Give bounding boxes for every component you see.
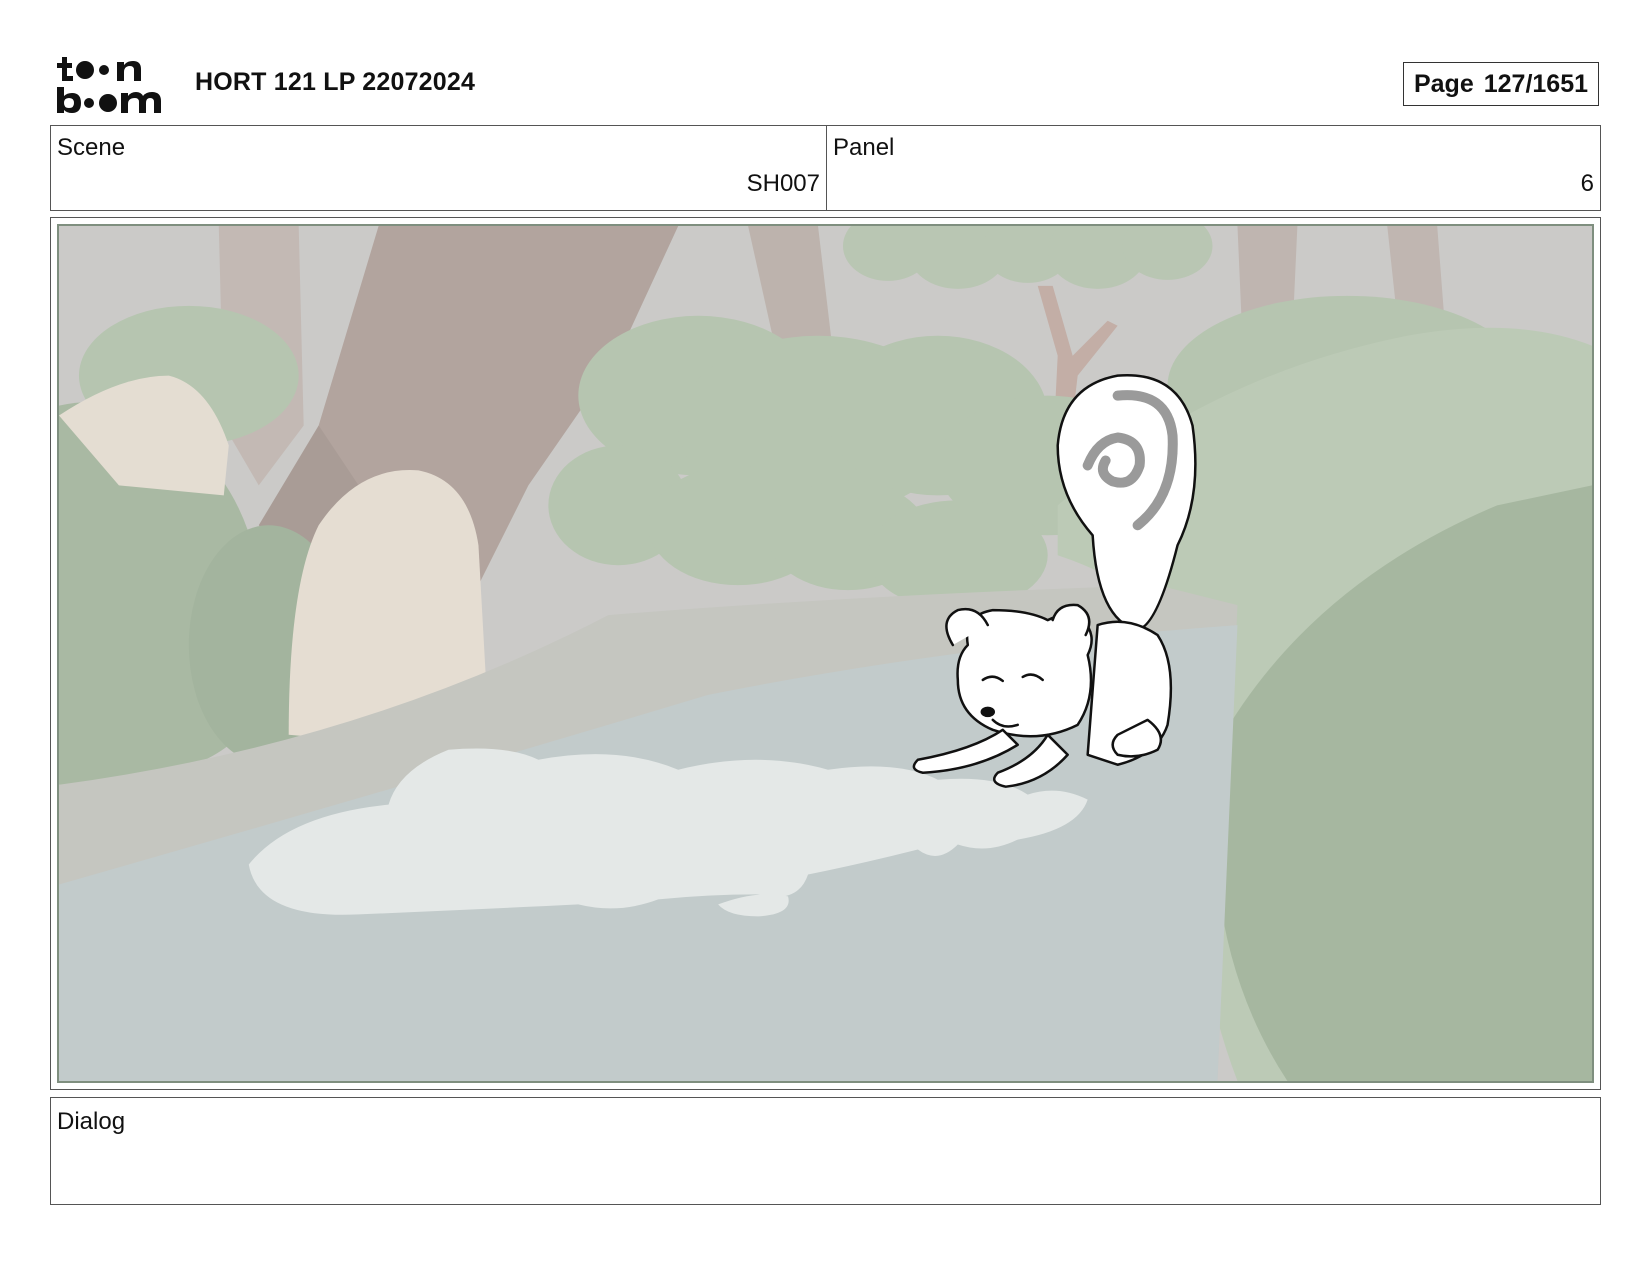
- storyboard-frame: [50, 217, 1601, 1090]
- panel-label: Panel: [833, 134, 895, 161]
- panel-cell: Panel 6: [827, 126, 1600, 210]
- scene-value: SH007: [746, 170, 820, 197]
- page-number: 127/1651: [1483, 69, 1589, 98]
- scene-label: Scene: [57, 134, 126, 161]
- scene-cell: Scene SH007: [51, 126, 827, 210]
- storyboard-image: [57, 224, 1594, 1083]
- project-title: HORT 121 LP 22072024: [195, 68, 476, 96]
- forest-scene-illustration: [59, 226, 1592, 1081]
- toon-boom-logo-mark: [57, 57, 161, 113]
- scene-panel-info: Scene SH007 Panel 6: [50, 125, 1601, 211]
- panel-value: 6: [1580, 170, 1594, 197]
- toon-boom-logo: [54, 54, 170, 116]
- dialog-box: Dialog: [50, 1097, 1601, 1205]
- dialog-label: Dialog: [57, 1108, 126, 1135]
- page-label: Page: [1413, 69, 1474, 98]
- page-indicator: Page 127/1651: [1403, 62, 1599, 106]
